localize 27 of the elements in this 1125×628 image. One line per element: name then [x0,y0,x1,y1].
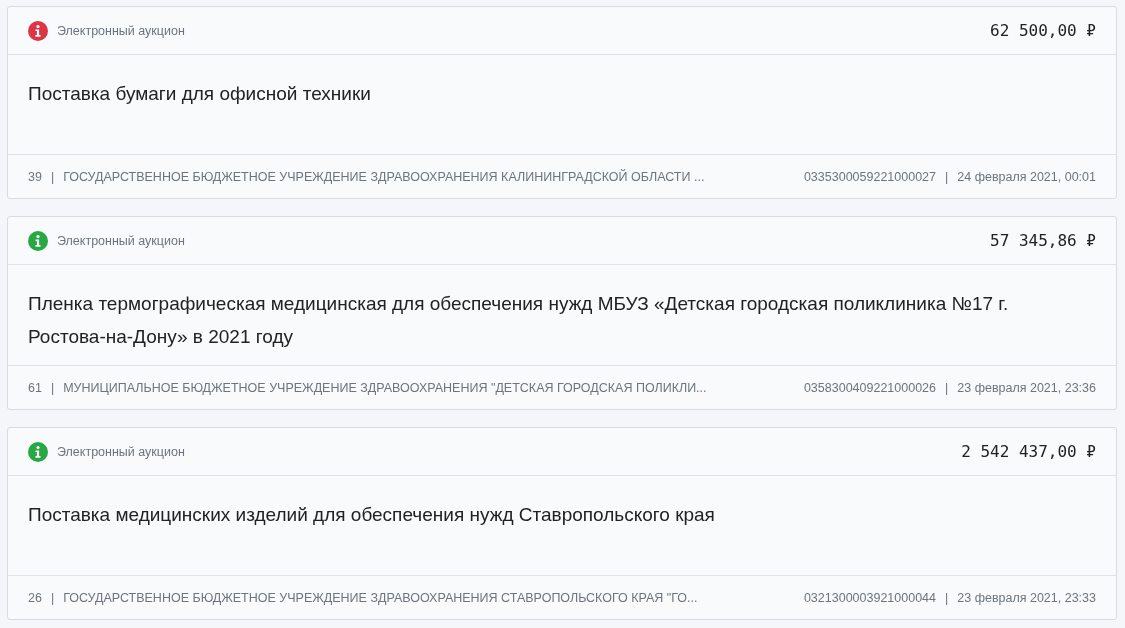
lot-count: 61 [28,380,42,395]
organization-name: ГОСУДАРСТВЕННОЕ БЮДЖЕТНОЕ УЧРЕЖДЕНИЕ ЗДРАВООХРАНЕНИЯ СТАВРОПОЛЬСКОГО КРАЯ "ГО... [63,590,698,605]
separator: | [945,380,949,395]
procedure-type: Электронный аукцион [57,444,185,459]
tender-title[interactable]: Поставка бумаги для офисной техники [28,77,1066,110]
procedure-type: Электронный аукцион [57,233,185,248]
tender-title[interactable]: Поставка медицинских изделий для обеспечения нужд Ставропольского края [28,498,1066,531]
lot-count: 26 [28,590,42,605]
registry-number: 0358300409221000026 [803,380,936,395]
procedure-type: Электронный аукцион [57,23,185,38]
lot-count: 39 [28,169,42,184]
registry-number: 0335300059221000027 [803,169,936,184]
registry-number: 0321300003921000044 [803,590,936,605]
organization-name: ГОСУДАРСТВЕННОЕ БЮДЖЕТНОЕ УЧРЕЖДЕНИЕ ЗДРАВООХРАНЕНИЯ КАЛИНИНГРАДСКОЙ ОБЛАСТИ ... [63,169,705,184]
separator: | [945,590,949,605]
price: 57 345,86 ₽ [990,231,1096,250]
publish-date: 23 февраля 2021, 23:33 [957,590,1096,605]
publish-date: 24 февраля 2021, 00:01 [957,169,1096,184]
organization-name: МУНИЦИПАЛЬНОЕ БЮДЖЕТНОЕ УЧРЕЖДЕНИЕ ЗДРАВООХРАНЕНИЯ "ДЕТСКАЯ ГОРОДСКАЯ ПОЛИКЛИ... [63,380,707,395]
price: 2 542 437,00 ₽ [961,442,1096,461]
separator: | [50,169,55,184]
tender-title[interactable]: Пленка термографическая медицинская для обеспечения нужд МБУЗ «Детская городская поликлиника №17 г. Ростова-на-Дону» в 2021 году [28,287,1066,353]
publish-date: 23 февраля 2021, 23:36 [957,380,1096,395]
price: 62 500,00 ₽ [990,21,1096,40]
separator: | [50,380,55,395]
separator: | [945,169,949,184]
separator: | [50,590,55,605]
